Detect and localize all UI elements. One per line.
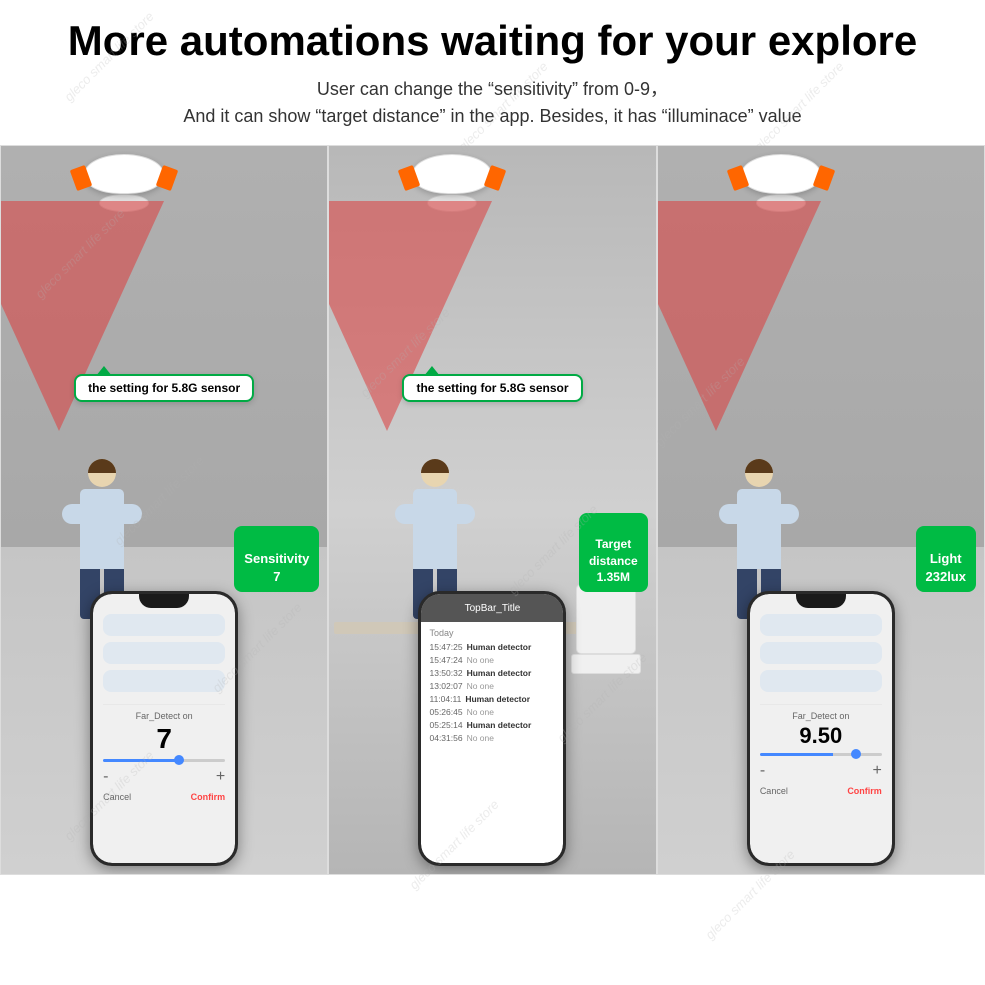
screen-slider-3[interactable] [760,753,882,756]
person3-hair [745,459,773,473]
person-hair [88,459,116,473]
person2-hair [421,459,449,473]
confirm-btn[interactable]: Confirm [191,792,226,802]
panel3-radar-beam [657,201,821,431]
header-section: More automations waiting for your explor… [0,0,985,140]
subtitle: User can change the “sensitivity” from 0… [20,76,965,130]
plus-btn-3[interactable]: + [872,762,881,780]
panel-1: the setting for 5.8G sensor Sensitivity7… [0,145,328,875]
screen-buttons-3: Cancel Confirm [760,786,882,796]
plus-minus-3: - + [760,762,882,780]
subtitle-line2: And it can show “target distance” in the… [20,103,965,130]
panel2-phone: TopBar_Title Today 15:47:25 Human detect… [418,591,566,866]
panel1-tooltip: the setting for 5.8G sensor [74,374,254,402]
panel2-tooltip: the setting for 5.8G sensor [402,374,582,402]
screen-row3-3 [760,670,882,692]
chair-seat [571,654,641,674]
sensor-body [84,154,164,194]
log-entry-8: 04:31:56 No one [429,733,555,743]
person3-head [745,459,773,487]
panel1-phone-screen: Far_Detect on 7 - + Cancel Confirm [93,594,235,863]
slider-thumb-3 [851,749,861,759]
person-body [80,489,124,569]
chair-back [576,584,636,654]
log-screen: Today 15:47:25 Human detector 15:47:24 N… [421,622,563,863]
minus-btn[interactable]: - [103,768,108,786]
panels-container: the setting for 5.8G sensor Sensitivity7… [0,145,985,875]
person2-head [421,459,449,487]
log-entry-6: 05:26:45 No one [429,707,555,717]
panel3-phone: Far_Detect on 9.50 - + Cancel Confirm [747,591,895,866]
far-detect-value: 7 [103,723,225,755]
panel-2: the setting for 5.8G sensor Targetdistan… [328,145,656,875]
main-title: More automations waiting for your explor… [20,18,965,64]
screen-slider[interactable] [103,759,225,762]
person2-arms [395,504,475,524]
panel1-phone: Far_Detect on 7 - + Cancel Confirm [90,591,238,866]
slider-thumb [174,755,184,765]
panel2-badge: Targetdistance1.35M [579,513,648,592]
log-today-label: Today [429,628,555,638]
far-detect-label-3: Far_Detect on [760,711,882,721]
sensor-body-3 [741,154,821,194]
minus-btn-3[interactable]: - [760,762,765,780]
far-detect-label: Far_Detect on [103,711,225,721]
log-entry-5: 11:04:11 Human detector [429,694,555,704]
panel3-badge: Light232lux [916,526,976,593]
panel2-phone-screen: TopBar_Title Today 15:47:25 Human detect… [421,594,563,863]
screen-row3-2 [760,642,882,664]
person-arms [62,504,142,524]
topbar-title: TopBar_Title [465,603,521,614]
log-entry-4: 13:02:07 No one [429,681,555,691]
confirm-btn-3[interactable]: Confirm [847,786,882,796]
panel1-badge: Sensitivity7 [234,526,319,593]
sensor-body-2 [412,154,492,194]
log-entry-1: 15:47:25 Human detector [429,642,555,652]
screen-divider-3 [760,704,882,705]
person3-body [737,489,781,569]
person3-arms [719,504,799,524]
log-entry-7: 05:25:14 Human detector [429,720,555,730]
plus-minus: - + [103,768,225,786]
cancel-btn-3[interactable]: Cancel [760,786,788,796]
screen-divider [103,704,225,705]
subtitle-line1: User can change the “sensitivity” from 0… [20,76,965,103]
screen-buttons: Cancel Confirm [103,792,225,802]
phone-notch [139,594,189,608]
panel-3: Light232lux Far_Detect on 9.50 [657,145,985,875]
log-entry-2: 15:47:24 No one [429,655,555,665]
screen-row1 [103,614,225,636]
plus-btn[interactable]: + [216,768,225,786]
cancel-btn[interactable]: Cancel [103,792,131,802]
phone-notch-3 [796,594,846,608]
panel3-phone-screen: Far_Detect on 9.50 - + Cancel Confirm [750,594,892,863]
screen-row3 [103,670,225,692]
page-wrapper: gleco smart life store gleco smart life … [0,0,985,985]
screen-row3-1 [760,614,882,636]
screen-row2 [103,642,225,664]
log-entry-3: 13:50:32 Human detector [429,668,555,678]
person-head [88,459,116,487]
far-detect-value-3: 9.50 [760,723,882,749]
